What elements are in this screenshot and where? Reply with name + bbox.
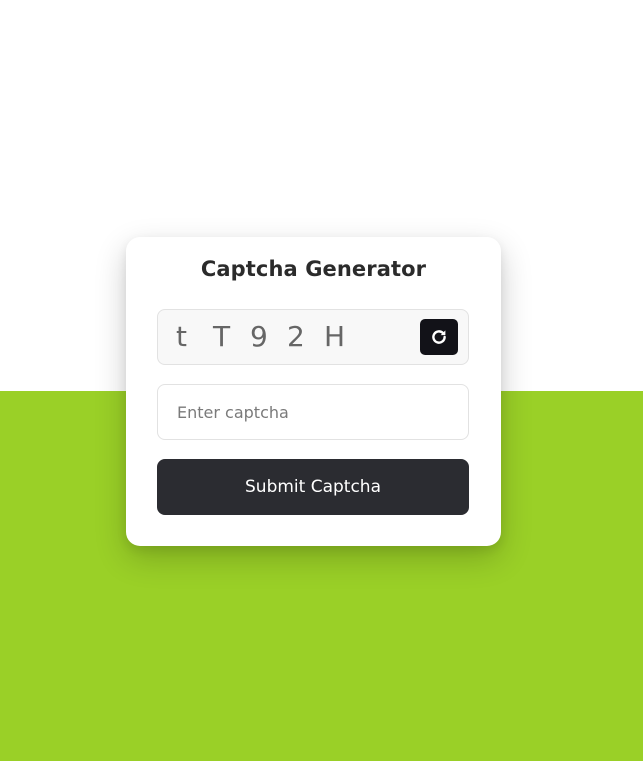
captcha-text: tT92H [176, 310, 361, 364]
card-title: Captcha Generator [200, 257, 427, 281]
captcha-card: Captcha Generator tT92H Submit Captcha [126, 237, 501, 546]
submit-captcha-button[interactable]: Submit Captcha [157, 459, 469, 515]
captcha-char: H [324, 320, 346, 353]
captcha-input[interactable] [157, 384, 469, 440]
captcha-char: 2 [287, 320, 305, 353]
captcha-char: T [213, 320, 231, 353]
captcha-char: t [176, 320, 187, 353]
captcha-char: 9 [250, 320, 268, 353]
refresh-icon [432, 330, 446, 344]
refresh-captcha-button[interactable] [420, 319, 458, 355]
captcha-display: tT92H [157, 309, 469, 365]
